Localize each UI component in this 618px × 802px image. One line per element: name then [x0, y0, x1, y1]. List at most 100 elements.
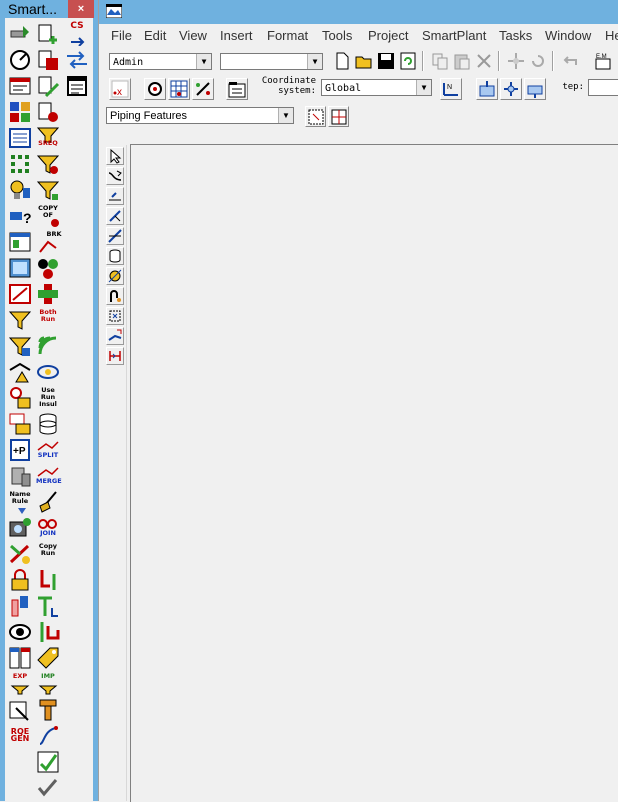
hand-icon[interactable] — [8, 594, 32, 618]
toolbox-close-button[interactable]: × — [68, 0, 94, 18]
undo-icon[interactable] — [560, 51, 580, 71]
view-top-icon[interactable] — [476, 78, 498, 100]
connect-icon[interactable] — [8, 542, 32, 566]
use-run-insul-icon[interactable]: Use Run Insul — [36, 386, 60, 410]
clear-selection-icon[interactable]: x — [109, 78, 131, 100]
save-icon[interactable] — [376, 51, 396, 71]
merge-icon[interactable]: MERGE — [36, 464, 62, 488]
join-icon[interactable]: JOIN — [36, 516, 60, 540]
main-titlebar[interactable] — [99, 0, 618, 24]
features-combo[interactable]: Piping Features ▼ — [106, 107, 294, 124]
cross-connect-icon[interactable] — [36, 282, 60, 306]
pipe-support-icon[interactable] — [36, 698, 60, 722]
feature-grid-icon[interactable] — [328, 106, 349, 127]
menu-smartplant[interactable]: SmartPlant — [422, 28, 486, 43]
import-filter-icon[interactable]: IMP — [36, 672, 60, 696]
pipe-question-icon[interactable]: ? — [8, 204, 32, 228]
menu-format[interactable]: Format — [267, 28, 308, 43]
filter-red-icon[interactable] — [36, 152, 60, 176]
copy-icon[interactable] — [430, 51, 450, 71]
north-axis-icon[interactable]: N — [440, 78, 462, 100]
grid-check-icon[interactable] — [36, 750, 60, 774]
inspect-icon[interactable] — [144, 78, 166, 100]
assign-color-icon[interactable] — [8, 100, 32, 124]
pipe-spool-icon[interactable] — [106, 247, 124, 265]
tag-icon[interactable] — [36, 646, 60, 670]
feature-select-icon[interactable] — [305, 106, 326, 127]
route-pipe-icon[interactable] — [8, 22, 32, 46]
nodes-icon[interactable] — [36, 100, 60, 124]
no-route-icon[interactable] — [8, 282, 32, 306]
bend-icon[interactable] — [106, 287, 124, 305]
view-side-icon[interactable] — [524, 78, 546, 100]
window-layout-icon[interactable] — [8, 230, 32, 254]
coordinate-system-combo[interactable]: Global ▼ — [321, 79, 432, 96]
grid-snap-icon[interactable] — [168, 78, 190, 100]
menu-tools[interactable]: Tools — [322, 28, 352, 43]
new-file-icon[interactable] — [332, 51, 352, 71]
filter-edit-icon[interactable] — [8, 334, 32, 358]
filter-copy-icon[interactable] — [36, 178, 60, 202]
app-icon[interactable] — [106, 4, 122, 18]
picture-icon[interactable] — [8, 256, 32, 280]
red-component-icon[interactable] — [36, 48, 60, 72]
paste-icon[interactable] — [452, 51, 472, 71]
menu-file[interactable]: File — [111, 28, 132, 43]
edit-component-icon[interactable] — [36, 74, 60, 98]
move-icon[interactable] — [506, 51, 526, 71]
select-arrow-icon[interactable] — [106, 147, 124, 165]
curve-icon[interactable] — [36, 724, 60, 748]
name-rule-icon[interactable]: Name Rule — [8, 490, 32, 514]
frame-select-icon[interactable] — [106, 307, 124, 325]
eye-icon[interactable] — [8, 620, 32, 644]
properties-icon[interactable] — [65, 74, 89, 98]
grid-points-icon[interactable] — [8, 152, 32, 176]
split-icon[interactable]: SPLIT — [36, 438, 60, 462]
menu-help[interactable]: He — [605, 28, 618, 43]
tee-icon[interactable] — [36, 594, 60, 618]
orbit-icon[interactable] — [36, 360, 60, 384]
elbow-red-icon[interactable] — [36, 568, 60, 592]
assembly-icon[interactable] — [106, 267, 124, 285]
lock-cells-icon[interactable] — [8, 386, 32, 410]
step-input[interactable] — [588, 79, 618, 96]
check-list-icon[interactable] — [36, 776, 60, 800]
dimension-icon[interactable] — [106, 347, 124, 365]
menu-tasks[interactable]: Tasks — [499, 28, 532, 43]
workspace-combo[interactable]: ▼ — [220, 53, 323, 70]
select-box-icon[interactable] — [8, 698, 32, 722]
refresh-icon[interactable] — [398, 51, 418, 71]
copy-run-icon[interactable]: Copy Run — [36, 542, 60, 566]
split-route-icon[interactable] — [106, 207, 124, 225]
database-icon[interactable] — [36, 412, 60, 436]
signal-icon[interactable] — [36, 334, 60, 358]
isometric-icon[interactable]: +P — [8, 438, 32, 462]
menu-window[interactable]: Window — [545, 28, 591, 43]
sreq-filter-icon[interactable]: SREQ — [36, 126, 60, 150]
menu-insert[interactable]: Insert — [220, 28, 253, 43]
component-table-icon[interactable]: E.M — [593, 51, 613, 71]
camera-icon[interactable] — [8, 516, 32, 540]
broom-icon[interactable] — [36, 490, 60, 514]
tile-windows-icon[interactable] — [8, 646, 32, 670]
settings-panel-icon[interactable] — [226, 78, 248, 100]
break-pipe-icon[interactable]: BRK — [36, 230, 62, 254]
percent-tool-icon[interactable] — [192, 78, 214, 100]
open-folder-icon[interactable] — [354, 51, 374, 71]
menu-view[interactable]: View — [179, 28, 207, 43]
menu-project[interactable]: Project — [368, 28, 408, 43]
both-run-icon[interactable]: Both Run — [36, 308, 60, 332]
toolbox-title[interactable]: Smart... — [0, 0, 76, 18]
chevron-down-icon[interactable]: ▼ — [307, 54, 322, 69]
insert-component-icon[interactable] — [36, 22, 60, 46]
reducer-icon[interactable] — [36, 620, 60, 644]
graphic-view-canvas[interactable] — [130, 144, 618, 802]
insert-feature-icon[interactable] — [106, 187, 124, 205]
chevron-down-icon[interactable]: ▼ — [416, 80, 431, 95]
user-combo[interactable]: Admin ▼ — [109, 53, 212, 70]
stack-icon[interactable] — [8, 464, 32, 488]
locked-report-icon[interactable] — [8, 412, 32, 436]
report-icon[interactable] — [8, 74, 32, 98]
coordinate-system-icon[interactable]: CS — [65, 22, 89, 46]
measure-icon[interactable] — [8, 48, 32, 72]
